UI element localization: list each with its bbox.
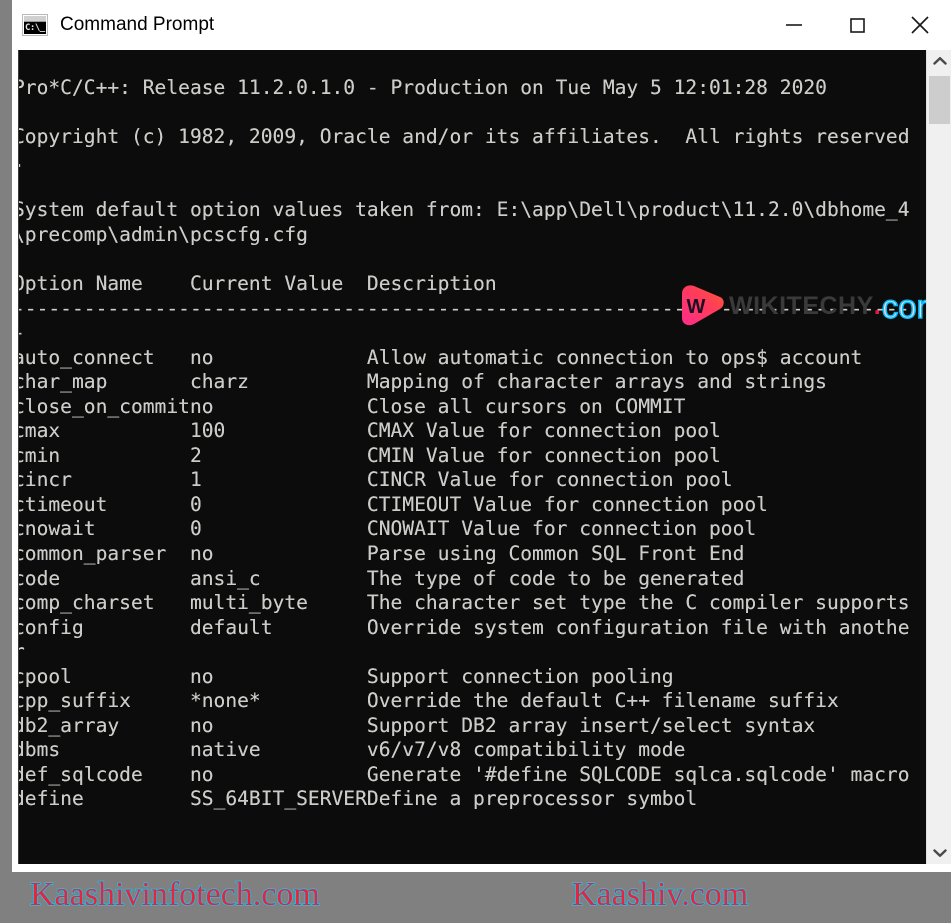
window-controls	[762, 0, 951, 50]
console-output[interactable]: Pro*C/C++: Release 11.2.0.1.0 - Producti…	[18, 50, 926, 864]
scroll-down-button[interactable]	[927, 842, 951, 864]
close-icon	[910, 16, 929, 34]
command-prompt-icon-glyph: C:\_	[24, 22, 46, 34]
bottom-banner: Kaashivinfotech.com Kaashiv.com	[0, 872, 951, 923]
command-prompt-icon: C:\_	[22, 14, 48, 36]
console-text: Pro*C/C++: Release 11.2.0.1.0 - Producti…	[18, 75, 910, 811]
chevron-down-icon	[932, 849, 947, 857]
scrollbar-thumb[interactable]	[929, 76, 950, 124]
chevron-up-icon	[932, 57, 947, 65]
maximize-icon	[849, 18, 865, 33]
window-titlebar[interactable]: C:\_ Command Prompt	[12, 0, 951, 50]
console-scrollbar[interactable]	[926, 50, 951, 864]
scroll-up-button[interactable]	[927, 50, 951, 72]
banner-text-right: Kaashiv.com	[571, 876, 749, 913]
maximize-button[interactable]	[825, 0, 888, 50]
desktop-background-left	[0, 0, 12, 872]
close-button[interactable]	[888, 0, 951, 50]
console-area: Pro*C/C++: Release 11.2.0.1.0 - Producti…	[12, 50, 951, 872]
minimize-icon	[785, 24, 802, 26]
command-prompt-window: C:\_ Command Prompt Pro*C/C++: Release 1…	[12, 0, 951, 872]
titlebar-left-group: C:\_ Command Prompt	[12, 0, 214, 50]
minimize-button[interactable]	[762, 0, 825, 50]
screen: C:\_ Command Prompt Pro*C/C++: Release 1…	[0, 0, 951, 923]
banner-text-left: Kaashivinfotech.com	[29, 876, 320, 913]
window-title: Command Prompt	[60, 14, 215, 35]
